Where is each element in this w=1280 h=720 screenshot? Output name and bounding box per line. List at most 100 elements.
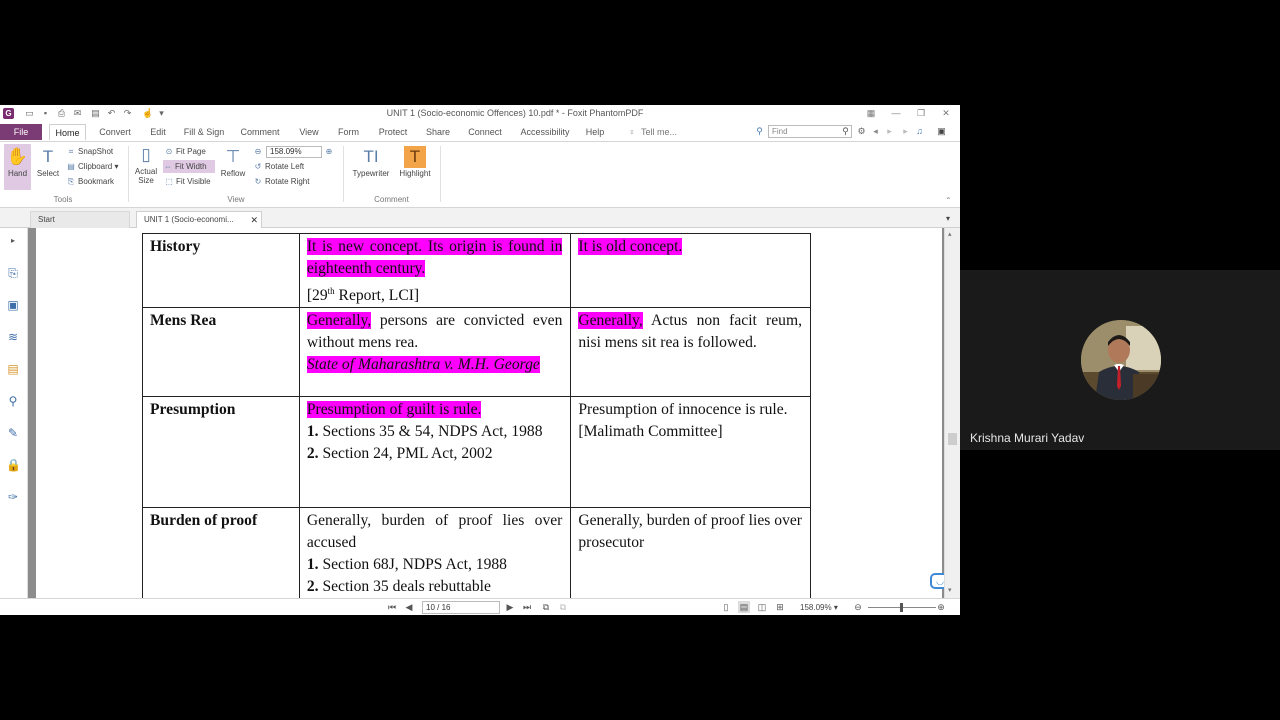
- table-row: Mens Rea Generally, persons are convicte…: [142, 307, 811, 398]
- fit-visible-button[interactable]: ⬚ Fit Visible: [164, 175, 211, 188]
- next-result-alt-icon[interactable]: ▸: [900, 126, 911, 137]
- comments-panel-icon[interactable]: ▤: [6, 362, 20, 376]
- next-page-icon[interactable]: ▶: [504, 601, 516, 613]
- typewriter-button[interactable]: TI Typewriter: [349, 144, 393, 190]
- settings-icon[interactable]: ⚙: [856, 126, 867, 137]
- scroll-up-icon[interactable]: ▴: [948, 230, 952, 238]
- single-page-icon[interactable]: ▯: [720, 601, 732, 613]
- participant-video-tile: Krishna Murari Yadav: [960, 270, 1280, 450]
- clipboard-icon: ▤: [67, 162, 75, 171]
- zoom-select[interactable]: 158.09%: [266, 146, 322, 158]
- navigation-panel: ▸ ⎘ ▣ ≋ ▤ ⚲ ✎ 🔒 ✑: [0, 228, 28, 598]
- zoom-slider-knob[interactable]: [900, 603, 903, 612]
- highlight-button[interactable]: T Highlight: [396, 144, 434, 190]
- last-page-icon[interactable]: ⏭: [521, 601, 533, 613]
- tab-view[interactable]: View: [296, 124, 322, 140]
- continuous-facing-icon[interactable]: ⊞: [774, 601, 786, 613]
- list-number: 1.: [306, 423, 319, 441]
- restore-icon[interactable]: ❐: [914, 107, 928, 120]
- table-row: Burden of proof Generally, burden of pro…: [142, 507, 811, 598]
- tab-fill-sign[interactable]: Fill & Sign: [183, 124, 225, 140]
- tab-edit[interactable]: Edit: [147, 124, 169, 140]
- first-page-icon[interactable]: ⏮: [386, 601, 398, 613]
- scroll-thumb[interactable]: [948, 433, 957, 445]
- pages-panel-icon[interactable]: ▣: [6, 298, 20, 312]
- close-tab-icon[interactable]: ✕: [250, 212, 258, 228]
- search-icon[interactable]: ⚲: [840, 126, 851, 137]
- pdf-page: History It is new concept. Its origin is…: [36, 228, 942, 598]
- tab-form[interactable]: Form: [335, 124, 362, 140]
- previous-page-icon[interactable]: ◀: [403, 601, 415, 613]
- close-icon[interactable]: ✕: [939, 107, 953, 120]
- expand-panel-icon[interactable]: ▸: [6, 234, 20, 248]
- collapse-ribbon-icon[interactable]: ⌃: [945, 194, 952, 207]
- list-number: 1.: [306, 556, 319, 574]
- actual-size-label-2: Size: [138, 176, 154, 185]
- reflow-button[interactable]: ⊤ Reflow: [219, 144, 247, 190]
- tab-start[interactable]: Start: [30, 211, 130, 228]
- security-panel-icon[interactable]: 🔒: [6, 458, 21, 472]
- tab-help[interactable]: Help: [584, 124, 606, 140]
- document-view[interactable]: History It is new concept. Its origin is…: [28, 228, 948, 598]
- edit-panel-icon[interactable]: ✑: [6, 490, 20, 504]
- bookmark-button[interactable]: ⎘ Bookmark: [66, 175, 114, 188]
- facing-pages-icon[interactable]: ◫: [756, 601, 768, 613]
- participant-name: Krishna Murari Yadav: [970, 431, 1085, 445]
- bookmarks-panel-icon[interactable]: ⎘: [6, 266, 20, 280]
- tab-accessibility[interactable]: Accessibility: [518, 124, 572, 140]
- reference-text: [Malimath Committee]: [578, 423, 723, 441]
- layers-panel-icon[interactable]: ≋: [6, 330, 20, 344]
- menu-file[interactable]: File: [0, 124, 42, 140]
- find-options-icon[interactable]: ⚲: [754, 126, 765, 137]
- list-item: Section 35 deals rebuttable: [318, 578, 491, 596]
- hand-tool-button[interactable]: ✋ Hand: [4, 144, 31, 190]
- actual-size-button[interactable]: ▯ Actual Size: [133, 142, 159, 188]
- snapshot-button[interactable]: ⌗ SnapShot: [66, 145, 113, 158]
- table-cell: It is old concept.: [570, 232, 811, 309]
- page-number-input[interactable]: 10 / 16: [422, 601, 500, 614]
- zoom-level[interactable]: 158.09% ▾: [800, 601, 838, 614]
- user-account-icon[interactable]: ▣: [936, 126, 947, 137]
- tab-protect[interactable]: Protect: [374, 124, 412, 140]
- rotate-left-button[interactable]: ↺ Rotate Left: [253, 160, 305, 173]
- rotate-left-label: Rotate Left: [265, 162, 305, 171]
- prev-result-icon[interactable]: ◂: [870, 126, 881, 137]
- cell-text: Generally, burden of proof lies over acc…: [306, 512, 563, 552]
- highlighted-text: It is new concept. Its origin is found i…: [306, 238, 563, 277]
- reference-text: [29th Report, LCI]: [306, 286, 420, 305]
- tab-convert[interactable]: Convert: [95, 124, 135, 140]
- zoom-out-icon[interactable]: ⊖: [253, 145, 265, 158]
- signature-panel-icon[interactable]: ✎: [6, 426, 20, 440]
- fit-width-button[interactable]: ⇔ Fit Width: [163, 160, 215, 173]
- table-row: Presumption Presumption of guilt is rule…: [142, 396, 811, 509]
- previous-view-icon[interactable]: ⧉: [540, 601, 552, 613]
- tab-share[interactable]: Share: [424, 124, 452, 140]
- actual-size-label-1: Actual: [134, 167, 158, 176]
- clipboard-button[interactable]: ▤ Clipboard ▾: [66, 160, 118, 173]
- fit-page-button[interactable]: ⊙ Fit Page: [164, 145, 206, 158]
- minimize-icon[interactable]: —: [889, 107, 903, 120]
- case-citation: State of Maharashtra v. M.H. George: [306, 356, 540, 374]
- zoom-out-status-icon[interactable]: ⊖: [852, 601, 864, 613]
- zoom-in-icon[interactable]: ⊕: [324, 145, 336, 158]
- vertical-scrollbar[interactable]: ▴ ▾: [944, 228, 960, 598]
- tab-list-chevron-icon[interactable]: ▾: [946, 211, 958, 228]
- tab-home[interactable]: Home: [49, 124, 86, 140]
- tab-connect[interactable]: Connect: [465, 124, 505, 140]
- scroll-down-icon[interactable]: ▾: [948, 586, 952, 594]
- tab-current-document[interactable]: UNIT 1 (Socio-economi... ✕: [136, 211, 262, 228]
- rotate-right-button[interactable]: ↻ Rotate Right: [253, 175, 310, 188]
- snapshot-icon: ⌗: [68, 147, 74, 156]
- tab-start-label: Start: [38, 215, 55, 224]
- next-view-icon[interactable]: ⧉: [557, 601, 569, 613]
- fit-visible-label: Fit Visible: [176, 177, 211, 186]
- select-tool-button[interactable]: T Select: [34, 144, 62, 190]
- notification-bell-icon[interactable]: ♫: [914, 126, 925, 137]
- attachments-panel-icon[interactable]: ⚲: [6, 394, 20, 408]
- continuous-page-icon[interactable]: ▤: [738, 601, 750, 613]
- zoom-in-status-icon[interactable]: ⊕: [935, 601, 947, 613]
- next-result-icon[interactable]: ▸: [884, 126, 895, 137]
- ribbon-options-icon[interactable]: ▦: [864, 107, 878, 120]
- tab-comment[interactable]: Comment: [238, 124, 282, 140]
- tell-me-box[interactable]: Tell me...: [641, 124, 685, 140]
